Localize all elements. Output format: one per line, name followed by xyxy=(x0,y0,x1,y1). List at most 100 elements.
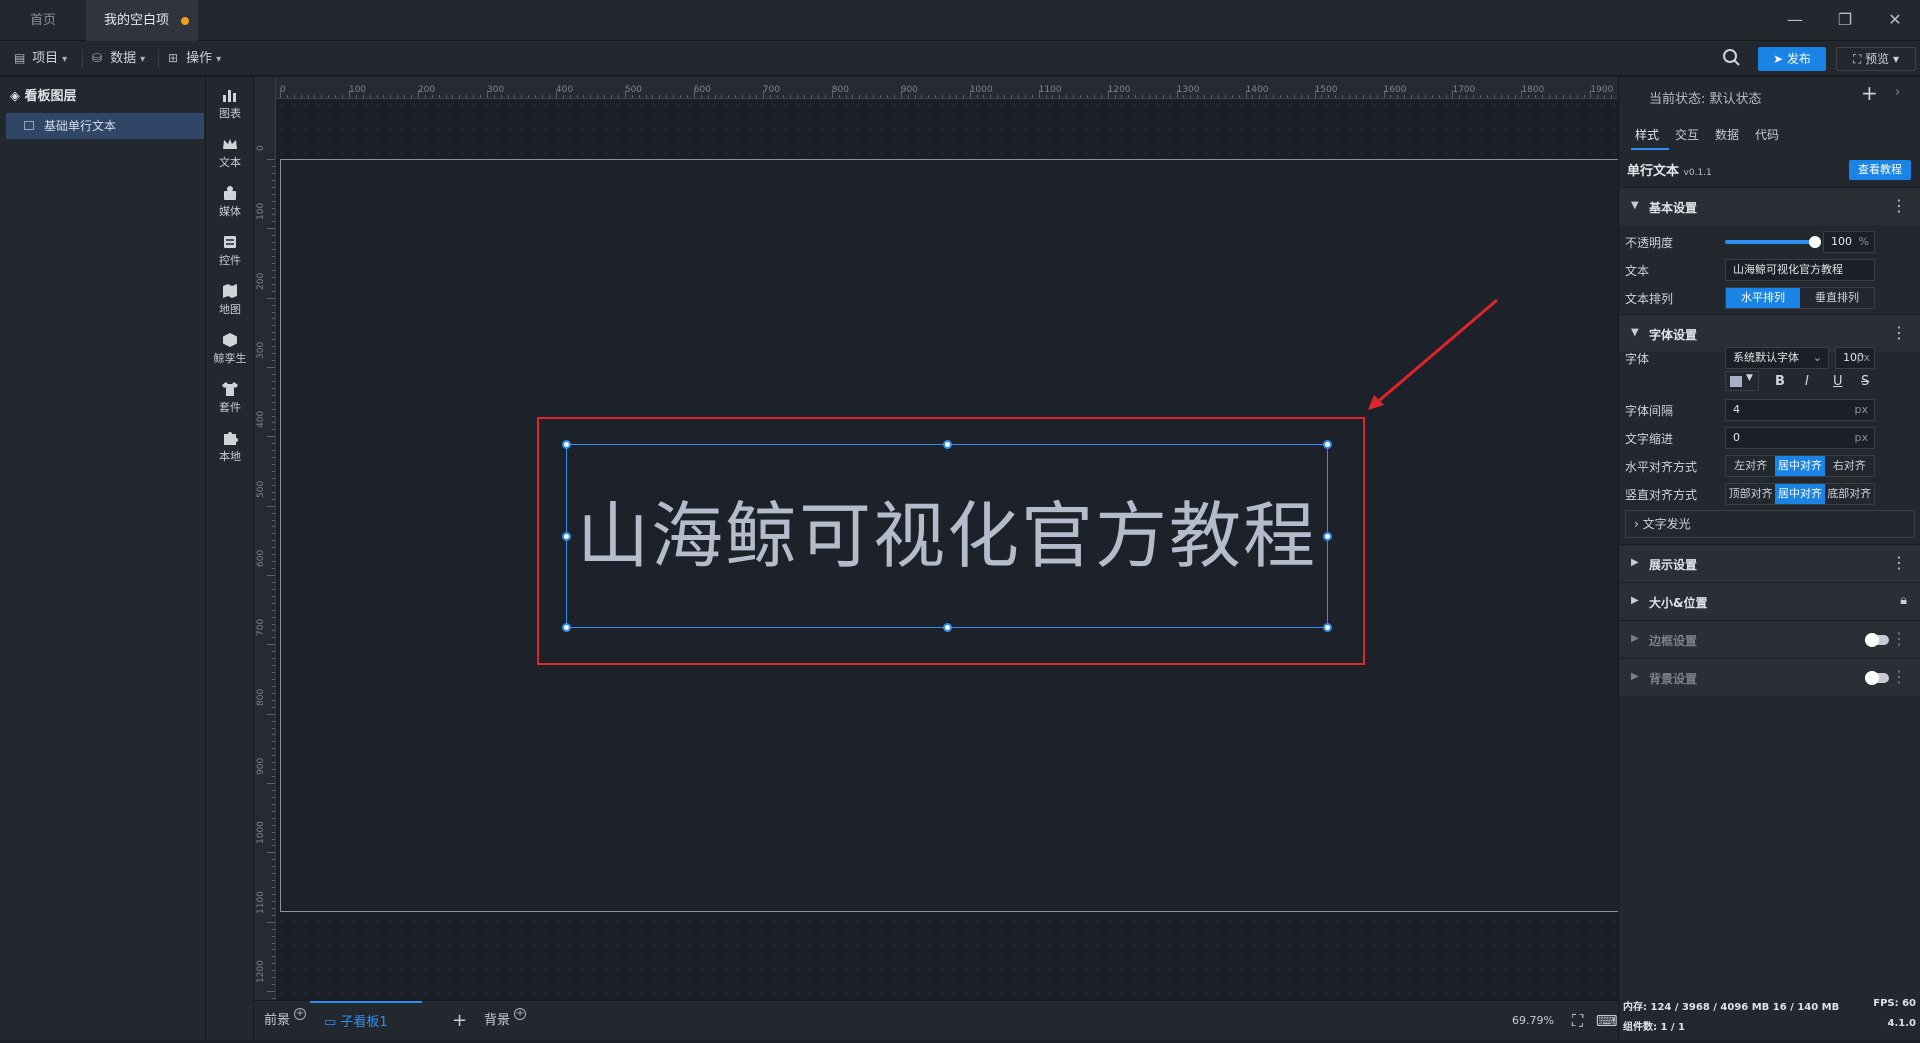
halign-center[interactable]: 居中对齐 xyxy=(1775,456,1825,476)
font-color-picker[interactable]: ▼ xyxy=(1725,371,1759,391)
resize-handle[interactable] xyxy=(562,532,571,541)
fit-screen-icon[interactable]: ⛶ xyxy=(1572,1001,1583,1041)
opacity-input[interactable]: 100% xyxy=(1823,231,1875,253)
section-bg[interactable]: ▶ 背景设置 ⋮ xyxy=(1619,658,1920,696)
component-local[interactable]: 本地 xyxy=(206,430,254,464)
halign-left[interactable]: 左对齐 xyxy=(1726,456,1775,476)
resize-handle[interactable] xyxy=(1323,532,1332,541)
component-chart[interactable]: 图表 xyxy=(206,87,254,121)
font-size-input[interactable]: 100 px xyxy=(1835,347,1875,369)
opacity-slider-track[interactable] xyxy=(1725,236,1821,248)
component-media[interactable]: 媒体 xyxy=(206,185,254,219)
text-component[interactable]: 山海鲸可视化官方教程 xyxy=(562,440,1332,632)
component-kit[interactable]: 套件 xyxy=(206,381,254,415)
preview-button[interactable]: ⛶ 预览 ▾ xyxy=(1836,47,1916,71)
resize-handle[interactable] xyxy=(943,440,952,449)
border-toggle[interactable] xyxy=(1865,633,1889,647)
more-icon[interactable]: ⋮ xyxy=(1891,553,1907,572)
indent-input[interactable]: 0 px xyxy=(1725,427,1875,449)
resize-handle[interactable] xyxy=(943,623,952,632)
bg-toggle[interactable] xyxy=(1865,671,1889,685)
component-control[interactable]: 控件 xyxy=(206,234,254,268)
spacing-input[interactable]: 4 px xyxy=(1725,399,1875,421)
background-tab[interactable]: 背景 + xyxy=(484,1001,527,1041)
arrange-horizontal[interactable]: 水平排列 xyxy=(1726,288,1800,308)
component-control-label: 控件 xyxy=(219,254,241,267)
add-circle-icon[interactable]: + xyxy=(294,1008,307,1020)
tab-style[interactable]: 样式 xyxy=(1635,126,1659,143)
resize-handle[interactable] xyxy=(562,440,571,449)
ruler-tick-label: 1900 xyxy=(1590,85,1614,95)
publish-button[interactable]: ➤ 发布 xyxy=(1758,47,1826,71)
section-display[interactable]: ▶ 展示设置 ⋮ xyxy=(1619,544,1920,582)
chevron-right-icon[interactable]: › xyxy=(1895,85,1900,100)
chevron-right-icon: ▶ xyxy=(1631,595,1639,606)
state-value[interactable]: 默认状态 xyxy=(1710,92,1762,107)
tutorial-button[interactable]: 查看教程 xyxy=(1849,160,1911,180)
section-border[interactable]: ▶ 边框设置 ⋮ xyxy=(1619,620,1920,658)
memory-stat: 内存: 124 / 3968 / 4096 MB 16 / 140 MB xyxy=(1623,1002,1840,1013)
component-text[interactable]: 文本 xyxy=(206,136,254,170)
section-basic[interactable]: ▼ 基本设置 ⋮ xyxy=(1619,187,1920,225)
more-icon[interactable]: ⋮ xyxy=(1891,667,1907,686)
more-icon[interactable]: ⋮ xyxy=(1891,323,1907,342)
chart-icon xyxy=(223,90,236,102)
resize-handle[interactable] xyxy=(1323,623,1332,632)
ruler-tick-label: 0 xyxy=(256,145,266,151)
glow-collapse[interactable]: › 文字发光 xyxy=(1625,510,1915,538)
fps-stat: FPS: 60 xyxy=(1873,998,1916,1009)
tab-interaction[interactable]: 交互 xyxy=(1675,126,1699,143)
add-state-icon[interactable]: + xyxy=(1861,81,1878,105)
more-icon[interactable]: ⋮ xyxy=(1891,629,1907,648)
tab-code[interactable]: 代码 xyxy=(1755,126,1779,143)
arrange-vertical[interactable]: 垂直排列 xyxy=(1800,288,1874,308)
more-icon[interactable]: ⋮ xyxy=(1891,196,1907,215)
underline-button[interactable]: U xyxy=(1833,374,1843,389)
ruler-tick-label: 1700 xyxy=(1452,85,1476,95)
valign-bottom[interactable]: 底部对齐 xyxy=(1825,484,1874,504)
component-name: 单行文本 xyxy=(1627,164,1680,179)
valign-middle[interactable]: 居中对齐 xyxy=(1775,484,1825,504)
resize-handle[interactable] xyxy=(562,623,571,632)
section-size-pos[interactable]: ▶ 大小&位置 🔒︎ xyxy=(1619,582,1920,620)
tab-home[interactable]: 首页 xyxy=(0,0,86,41)
menu-operation[interactable]: ⊞ 操作 ▾ xyxy=(168,41,221,76)
text-input[interactable]: 山海鲸可视化官方教程 xyxy=(1725,259,1875,281)
zoom-level[interactable]: 69.79% xyxy=(1512,1001,1554,1041)
component-map[interactable]: 地图 xyxy=(206,283,254,317)
add-circle-icon[interactable]: + xyxy=(514,1008,527,1020)
strikethrough-button[interactable]: S xyxy=(1861,374,1869,389)
ruler-tick-label: 900 xyxy=(900,85,918,95)
close-icon[interactable]: ✕ xyxy=(1870,0,1920,41)
subboard-tab[interactable]: ▭ 子看板1 xyxy=(310,1001,422,1041)
restore-icon[interactable]: ❐ xyxy=(1820,0,1870,41)
italic-button[interactable]: I xyxy=(1805,374,1809,389)
menu-data-label: 数据 xyxy=(110,51,137,66)
valign-top[interactable]: 顶部对齐 xyxy=(1726,484,1775,504)
section-border-title: 边框设置 xyxy=(1649,634,1698,648)
search-icon[interactable] xyxy=(1722,48,1742,68)
component-text-label: 文本 xyxy=(219,156,241,169)
opacity-slider-knob[interactable] xyxy=(1809,236,1821,248)
database-icon: ⛁ xyxy=(92,51,103,65)
ruler-tick-label: 1200 xyxy=(1107,85,1131,95)
component-twin[interactable]: 鲸孪生 xyxy=(206,332,254,366)
lock-icon[interactable]: 🔒︎ xyxy=(1900,593,1907,608)
valign-label: 竖直对齐方式 xyxy=(1625,488,1698,502)
chevron-down-icon: ▼ xyxy=(1631,327,1639,338)
layer-item[interactable]: 基础单行文本 xyxy=(6,113,204,139)
menu-project[interactable]: ▤ 项目 ▾ xyxy=(14,41,67,76)
keyboard-icon[interactable]: ⌨ xyxy=(1596,1001,1618,1041)
bold-button[interactable]: B xyxy=(1775,374,1785,389)
tab-data[interactable]: 数据 xyxy=(1715,126,1739,143)
add-board-icon[interactable]: + xyxy=(452,1001,467,1041)
layers-icon: ◈ xyxy=(10,89,25,104)
halign-right[interactable]: 右对齐 xyxy=(1825,456,1874,476)
font-select[interactable]: 系统默认字体 ⌄ xyxy=(1725,347,1829,369)
minimize-icon[interactable]: — xyxy=(1770,0,1820,41)
resize-handle[interactable] xyxy=(1323,440,1332,449)
publish-label: 发布 xyxy=(1786,52,1811,66)
tab-project[interactable]: 我的空白项目 xyxy=(86,0,198,69)
foreground-tab[interactable]: 前景 + xyxy=(264,1001,307,1041)
menu-data[interactable]: ⛁ 数据 ▾ xyxy=(92,41,145,76)
